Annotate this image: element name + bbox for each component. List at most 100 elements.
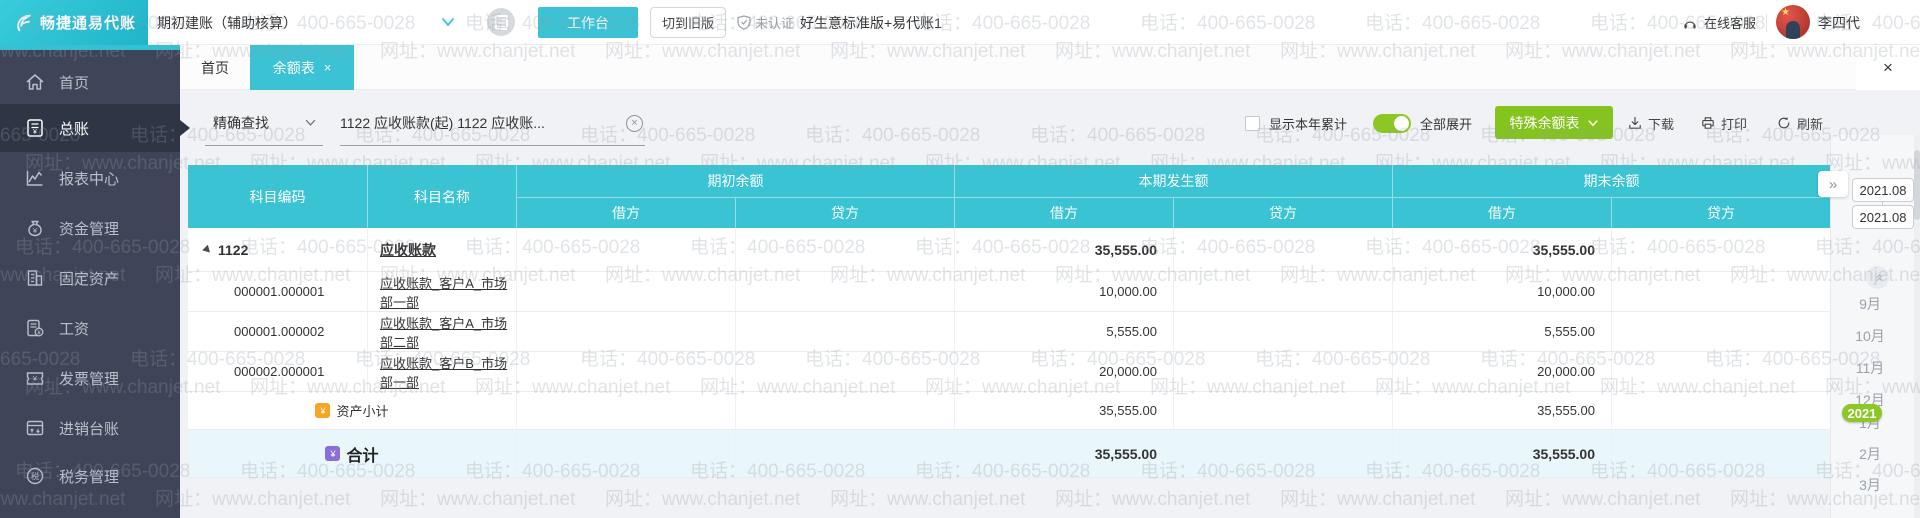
month-item-nov[interactable]: 11月 — [1830, 358, 1910, 378]
current-credit-cell — [1174, 352, 1393, 392]
account-link[interactable]: 应收账款_客户B_市场部一部 — [380, 356, 507, 390]
account-link[interactable]: 应收账款_客户A_市场部一部 — [380, 276, 507, 310]
tab-balance-sheet[interactable]: 余额表 — [250, 45, 354, 90]
account-link[interactable]: 应收账款 — [380, 242, 436, 258]
month-item-mar[interactable]: 3月 — [1830, 475, 1910, 495]
sidebar-item-inventory-ledger[interactable]: 进销台账 — [0, 404, 180, 452]
sub-header-debit: 借方 — [955, 197, 1174, 228]
service-label: 在线客服 — [1704, 13, 1756, 32]
sidebar-item-label: 首页 — [59, 72, 89, 93]
expand-all-toggle[interactable] — [1373, 114, 1411, 133]
sidebar-item-general-ledger[interactable]: ¥ 总账 — [0, 104, 180, 152]
initial-debit-cell — [517, 272, 736, 312]
report-center-icon — [24, 167, 46, 189]
period-from-input[interactable]: 2021.08 — [1852, 178, 1914, 202]
sidebar-item-label: 工资 — [59, 318, 89, 339]
scrollbar-thumb[interactable] — [1914, 150, 1920, 220]
app-window: 畅捷通易代账 期初建账（辅助核算） 工作台 切到旧版 未认证 好生意标准版+易代… — [0, 0, 1920, 518]
search-mode-label: 精确查找 — [213, 113, 269, 133]
sidebar-item-fixed-assets[interactable]: 固定资产 — [0, 254, 180, 302]
account-name-cell: 应收账款_客户A_市场部二部 — [368, 312, 517, 352]
table-row: 000001.000001 应收账款_客户A_市场部一部 10,000.00 1… — [188, 272, 1830, 312]
expand-all-label: 全部展开 — [1420, 110, 1472, 136]
sidebar-top-strip — [0, 45, 180, 50]
logo-text: 畅捷通易代账 — [40, 12, 136, 33]
ending-debit-cell: 20,000.00 — [1393, 352, 1612, 392]
switch-old-version-button[interactable]: 切到旧版 — [650, 7, 726, 38]
col-header-code: 科目编码 — [188, 165, 368, 228]
current-credit-cell — [1174, 272, 1393, 312]
col-header-name: 科目名称 — [368, 165, 517, 228]
tab-home[interactable]: 首页 — [180, 45, 250, 90]
show-ytd-checkbox[interactable] — [1245, 116, 1260, 131]
online-service-link[interactable]: 在线客服 — [1682, 0, 1756, 45]
sidebar-item-label: 资金管理 — [59, 218, 119, 239]
current-debit-cell: 5,555.00 — [955, 312, 1174, 352]
svg-text:¥: ¥ — [33, 374, 38, 383]
subtotal-label-cell: 资产小计 — [188, 392, 517, 430]
current-debit-cell: 10,000.00 — [955, 272, 1174, 312]
ending-credit-cell — [1612, 430, 1830, 478]
month-item-feb[interactable]: 2月 — [1830, 444, 1910, 464]
print-button[interactable]: 打印 — [1700, 110, 1747, 136]
tax-icon: 税 — [24, 465, 46, 487]
period-to-input[interactable]: 2021.08 — [1852, 205, 1914, 229]
month-item-oct[interactable]: 10月 — [1830, 326, 1910, 346]
account-name-cell: 应收账款 — [368, 228, 517, 272]
account-code-cell: 000001.000001 — [188, 272, 368, 312]
sidebar-item-label: 固定资产 — [59, 268, 119, 289]
certification-badge[interactable]: 未认证 — [737, 0, 794, 45]
account-link[interactable]: 应收账款_客户A_市场部二部 — [380, 316, 507, 350]
current-debit-cell: 35,555.00 — [955, 392, 1174, 430]
ending-debit-cell: 35,555.00 — [1393, 430, 1612, 478]
clear-search-icon[interactable] — [626, 115, 643, 132]
panel-expand-icon[interactable] — [1818, 171, 1848, 197]
special-balance-button[interactable]: 特殊余额表 — [1495, 106, 1613, 139]
subtotal-label: 资产小计 — [336, 401, 388, 420]
sidebar-item-funds[interactable]: ¥ 资金管理 — [0, 204, 180, 252]
download-button[interactable]: 下载 — [1627, 110, 1674, 136]
ending-debit-cell: 10,000.00 — [1393, 272, 1612, 312]
workbench-button[interactable]: 工作台 — [538, 7, 638, 38]
account-set-selector[interactable]: 期初建账（辅助核算） — [157, 0, 297, 45]
download-icon — [1627, 115, 1643, 131]
sub-header-credit: 贷方 — [1174, 197, 1393, 228]
sidebar-nav: 首页 ¥ 总账 报表中心 ¥ 资金管理 固定资产 ¥ 工资 ¥ 发票管理 进销台… — [0, 45, 180, 518]
funds-icon: ¥ — [24, 217, 46, 239]
total-label: 合计 — [346, 442, 378, 466]
chevron-down-icon[interactable] — [440, 14, 456, 30]
account-code-cell: 000002.000001 — [188, 352, 368, 392]
sidebar-item-label: 税务管理 — [59, 466, 119, 487]
sidebar-item-salary[interactable]: ¥ 工资 — [0, 304, 180, 352]
expand-caret-icon[interactable] — [202, 244, 213, 255]
calendar-badge-icon[interactable] — [487, 8, 515, 36]
svg-text:税: 税 — [31, 471, 39, 481]
search-input[interactable]: 1122 应收账款(起) 1122 应收账... — [340, 100, 645, 146]
collapse-up-icon[interactable] — [1866, 266, 1889, 289]
initial-debit-cell — [517, 430, 736, 478]
sidebar-item-invoice[interactable]: ¥ 发票管理 — [0, 354, 180, 402]
close-icon[interactable] — [1856, 45, 1920, 90]
headset-icon — [1682, 15, 1698, 31]
sidebar-item-label: 报表中心 — [59, 168, 119, 189]
tab-close-icon[interactable] — [324, 61, 332, 74]
sidebar-item-home[interactable]: 首页 — [0, 58, 180, 106]
shield-icon — [737, 15, 751, 30]
refresh-button[interactable]: 刷新 — [1776, 110, 1823, 136]
search-mode-dropdown[interactable]: 精确查找 — [205, 100, 323, 146]
active-item-marker — [180, 120, 190, 136]
sidebar-item-tax[interactable]: 税 税务管理 — [0, 452, 180, 500]
current-debit-cell: 35,555.00 — [955, 430, 1174, 478]
account-name-cell: 应收账款_客户B_市场部一部 — [368, 352, 517, 392]
sub-header-debit: 借方 — [517, 197, 736, 228]
account-code-cell[interactable]: 1122 — [188, 228, 368, 272]
app-logo[interactable]: 畅捷通易代账 — [0, 0, 148, 45]
month-item-sep[interactable]: 9月 — [1830, 294, 1910, 314]
initial-debit-cell — [517, 352, 736, 392]
chevron-down-icon — [1587, 117, 1599, 129]
topbar: 畅捷通易代账 期初建账（辅助核算） 工作台 切到旧版 未认证 好生意标准版+易代… — [0, 0, 1920, 45]
avatar[interactable] — [1776, 5, 1810, 39]
username[interactable]: 李四代 — [1818, 0, 1860, 45]
account-code-cell: 000001.000002 — [188, 312, 368, 352]
sidebar-item-report-center[interactable]: 报表中心 — [0, 154, 180, 202]
